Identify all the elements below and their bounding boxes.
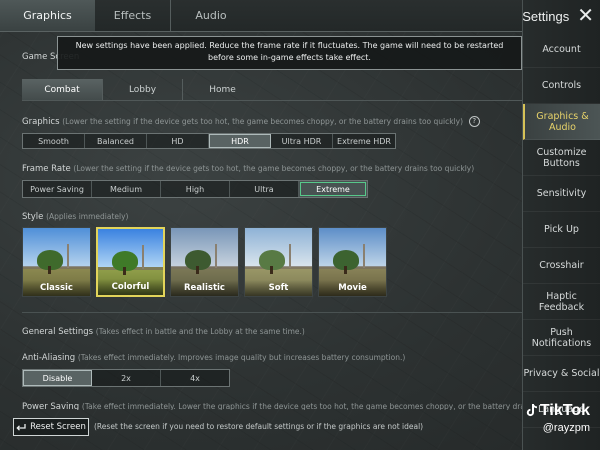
sidebar-item-customize-buttons[interactable]: Customize Buttons xyxy=(523,140,600,176)
style-label: Style xyxy=(22,212,44,222)
sidebar-item-crosshair[interactable]: Crosshair xyxy=(523,248,600,284)
anti-aliasing-option-2x[interactable]: 2x xyxy=(92,370,161,386)
graphics-option-hd[interactable]: HD xyxy=(147,134,209,148)
graphics-option-smooth[interactable]: Smooth xyxy=(23,134,85,148)
tab-graphics[interactable]: Graphics xyxy=(0,0,95,31)
style-caption: Classic xyxy=(23,280,90,296)
style-caption: Realistic xyxy=(171,280,238,296)
settings-sidebar: Settings ✕ Account Controls Graphics & A… xyxy=(522,0,600,450)
style-option-realistic[interactable]: Realistic xyxy=(170,227,239,297)
graphics-option-ultra-hdr[interactable]: Ultra HDR xyxy=(271,134,333,148)
subtab-combat[interactable]: Combat xyxy=(22,79,102,100)
thumb-pole xyxy=(142,245,144,269)
style-option-colorful[interactable]: Colorful xyxy=(96,227,165,297)
power-saving-label: Power Saving xyxy=(22,402,80,410)
graphics-quality-selector: Smooth Balanced HD HDR Ultra HDR Extreme… xyxy=(22,133,396,149)
anti-aliasing-label: Anti-Aliasing xyxy=(22,353,76,363)
game-screen-subtabs: Combat Lobby Home xyxy=(22,79,522,101)
tiktok-logo: TikTok xyxy=(526,402,590,420)
tiktok-watermark: TikTok @rayzpm xyxy=(526,402,590,434)
reset-screen-label: Reset Screen xyxy=(30,422,86,432)
anti-aliasing-label-row: Anti-Aliasing (Takes effect immediately.… xyxy=(22,353,405,363)
graphics-label-row: Graphics (Lower the setting if the devic… xyxy=(22,116,480,127)
close-icon[interactable]: ✕ xyxy=(577,6,594,26)
frame-rate-selector: Power Saving Medium High Ultra Extreme xyxy=(22,180,368,198)
graphics-label: Graphics xyxy=(22,117,60,127)
thumb-trunk xyxy=(196,266,199,274)
thumb-pole xyxy=(67,244,69,268)
graphics-option-hdr[interactable]: HDR xyxy=(209,134,271,148)
subtab-lobby[interactable]: Lobby xyxy=(102,79,182,100)
thumb-trunk xyxy=(123,267,126,275)
settings-applied-banner: New settings have been applied. Reduce t… xyxy=(57,36,522,70)
style-option-movie[interactable]: Movie xyxy=(318,227,387,297)
tiktok-note-icon xyxy=(526,404,537,417)
help-icon[interactable]: ? xyxy=(468,116,480,127)
style-caption: Soft xyxy=(245,280,312,296)
general-settings-label: General Settings xyxy=(22,327,94,337)
bottom-bar: Reset Screen (Reset the screen if you ne… xyxy=(0,417,522,439)
graphics-note: (Lower the setting if the device gets to… xyxy=(62,117,464,126)
frame-rate-option-ultra[interactable]: Ultra xyxy=(230,181,299,197)
frame-rate-option-medium[interactable]: Medium xyxy=(92,181,161,197)
subtab-home[interactable]: Home xyxy=(182,79,262,100)
style-option-classic[interactable]: Classic xyxy=(22,227,91,297)
style-thumbnails: Classic Colorful Realistic Soft Movie xyxy=(22,227,387,297)
thumb-trunk xyxy=(344,266,347,274)
sidebar-item-push-notifications[interactable]: Push Notifications xyxy=(523,320,600,356)
sidebar-item-graphics-audio[interactable]: Graphics & Audio xyxy=(523,104,600,140)
thumb-pole xyxy=(215,244,217,268)
thumb-trunk xyxy=(270,266,273,274)
sidebar-item-sensitivity[interactable]: Sensitivity xyxy=(523,176,600,212)
style-note: (Applies immediately) xyxy=(46,212,129,221)
reset-screen-button[interactable]: Reset Screen xyxy=(13,418,89,436)
thumb-pole xyxy=(289,244,291,268)
tiktok-handle: @rayzpm xyxy=(542,422,590,434)
anti-aliasing-option-4x[interactable]: 4x xyxy=(161,370,229,386)
tab-audio[interactable]: Audio xyxy=(171,0,251,31)
frame-rate-label-row: Frame Rate (Lower the setting if the dev… xyxy=(22,164,474,174)
frame-rate-option-high[interactable]: High xyxy=(161,181,230,197)
thumb-trunk xyxy=(48,266,51,274)
anti-aliasing-selector: Disable 2x 4x xyxy=(22,369,230,387)
frame-rate-option-extreme[interactable]: Extreme xyxy=(299,181,367,197)
sidebar-item-account[interactable]: Account xyxy=(523,32,600,68)
reset-screen-note: (Reset the screen if you need to restore… xyxy=(94,422,424,431)
sidebar-item-haptic-feedback[interactable]: Haptic Feedback xyxy=(523,284,600,320)
return-arrow-icon xyxy=(16,423,26,431)
frame-rate-option-power-saving[interactable]: Power Saving xyxy=(23,181,92,197)
section-divider xyxy=(22,312,522,313)
frame-rate-label: Frame Rate xyxy=(22,164,71,174)
sidebar-item-privacy-social[interactable]: Privacy & Social xyxy=(523,356,600,392)
general-settings-note: (Takes effect in battle and the Lobby at… xyxy=(95,327,305,336)
sidebar-item-controls[interactable]: Controls xyxy=(523,68,600,104)
style-option-soft[interactable]: Soft xyxy=(244,227,313,297)
general-settings-row: General Settings (Takes effect in battle… xyxy=(22,327,305,337)
graphics-option-balanced[interactable]: Balanced xyxy=(85,134,147,148)
tab-effects[interactable]: Effects xyxy=(95,0,171,31)
sidebar-header: Settings ✕ xyxy=(522,0,600,32)
power-saving-label-row: Power Saving (Take effect immediately. L… xyxy=(22,402,582,410)
power-saving-note: (Take effect immediately. Lower the grap… xyxy=(81,402,583,410)
style-caption: Movie xyxy=(319,280,386,296)
anti-aliasing-note: (Takes effect immediately. Improves imag… xyxy=(77,353,406,362)
top-tab-bar: Graphics Effects Audio xyxy=(0,0,522,32)
tiktok-logo-text: TikTok xyxy=(539,402,590,419)
anti-aliasing-option-disable[interactable]: Disable xyxy=(23,370,92,386)
frame-rate-note: (Lower the setting if the device gets to… xyxy=(73,164,475,173)
sidebar-item-pick-up[interactable]: Pick Up xyxy=(523,212,600,248)
style-label-row: Style (Applies immediately) xyxy=(22,212,128,222)
graphics-option-extreme-hdr[interactable]: Extreme HDR xyxy=(333,134,395,148)
style-caption: Colorful xyxy=(98,279,163,295)
thumb-pole xyxy=(363,244,365,268)
settings-title: Settings xyxy=(522,8,570,24)
